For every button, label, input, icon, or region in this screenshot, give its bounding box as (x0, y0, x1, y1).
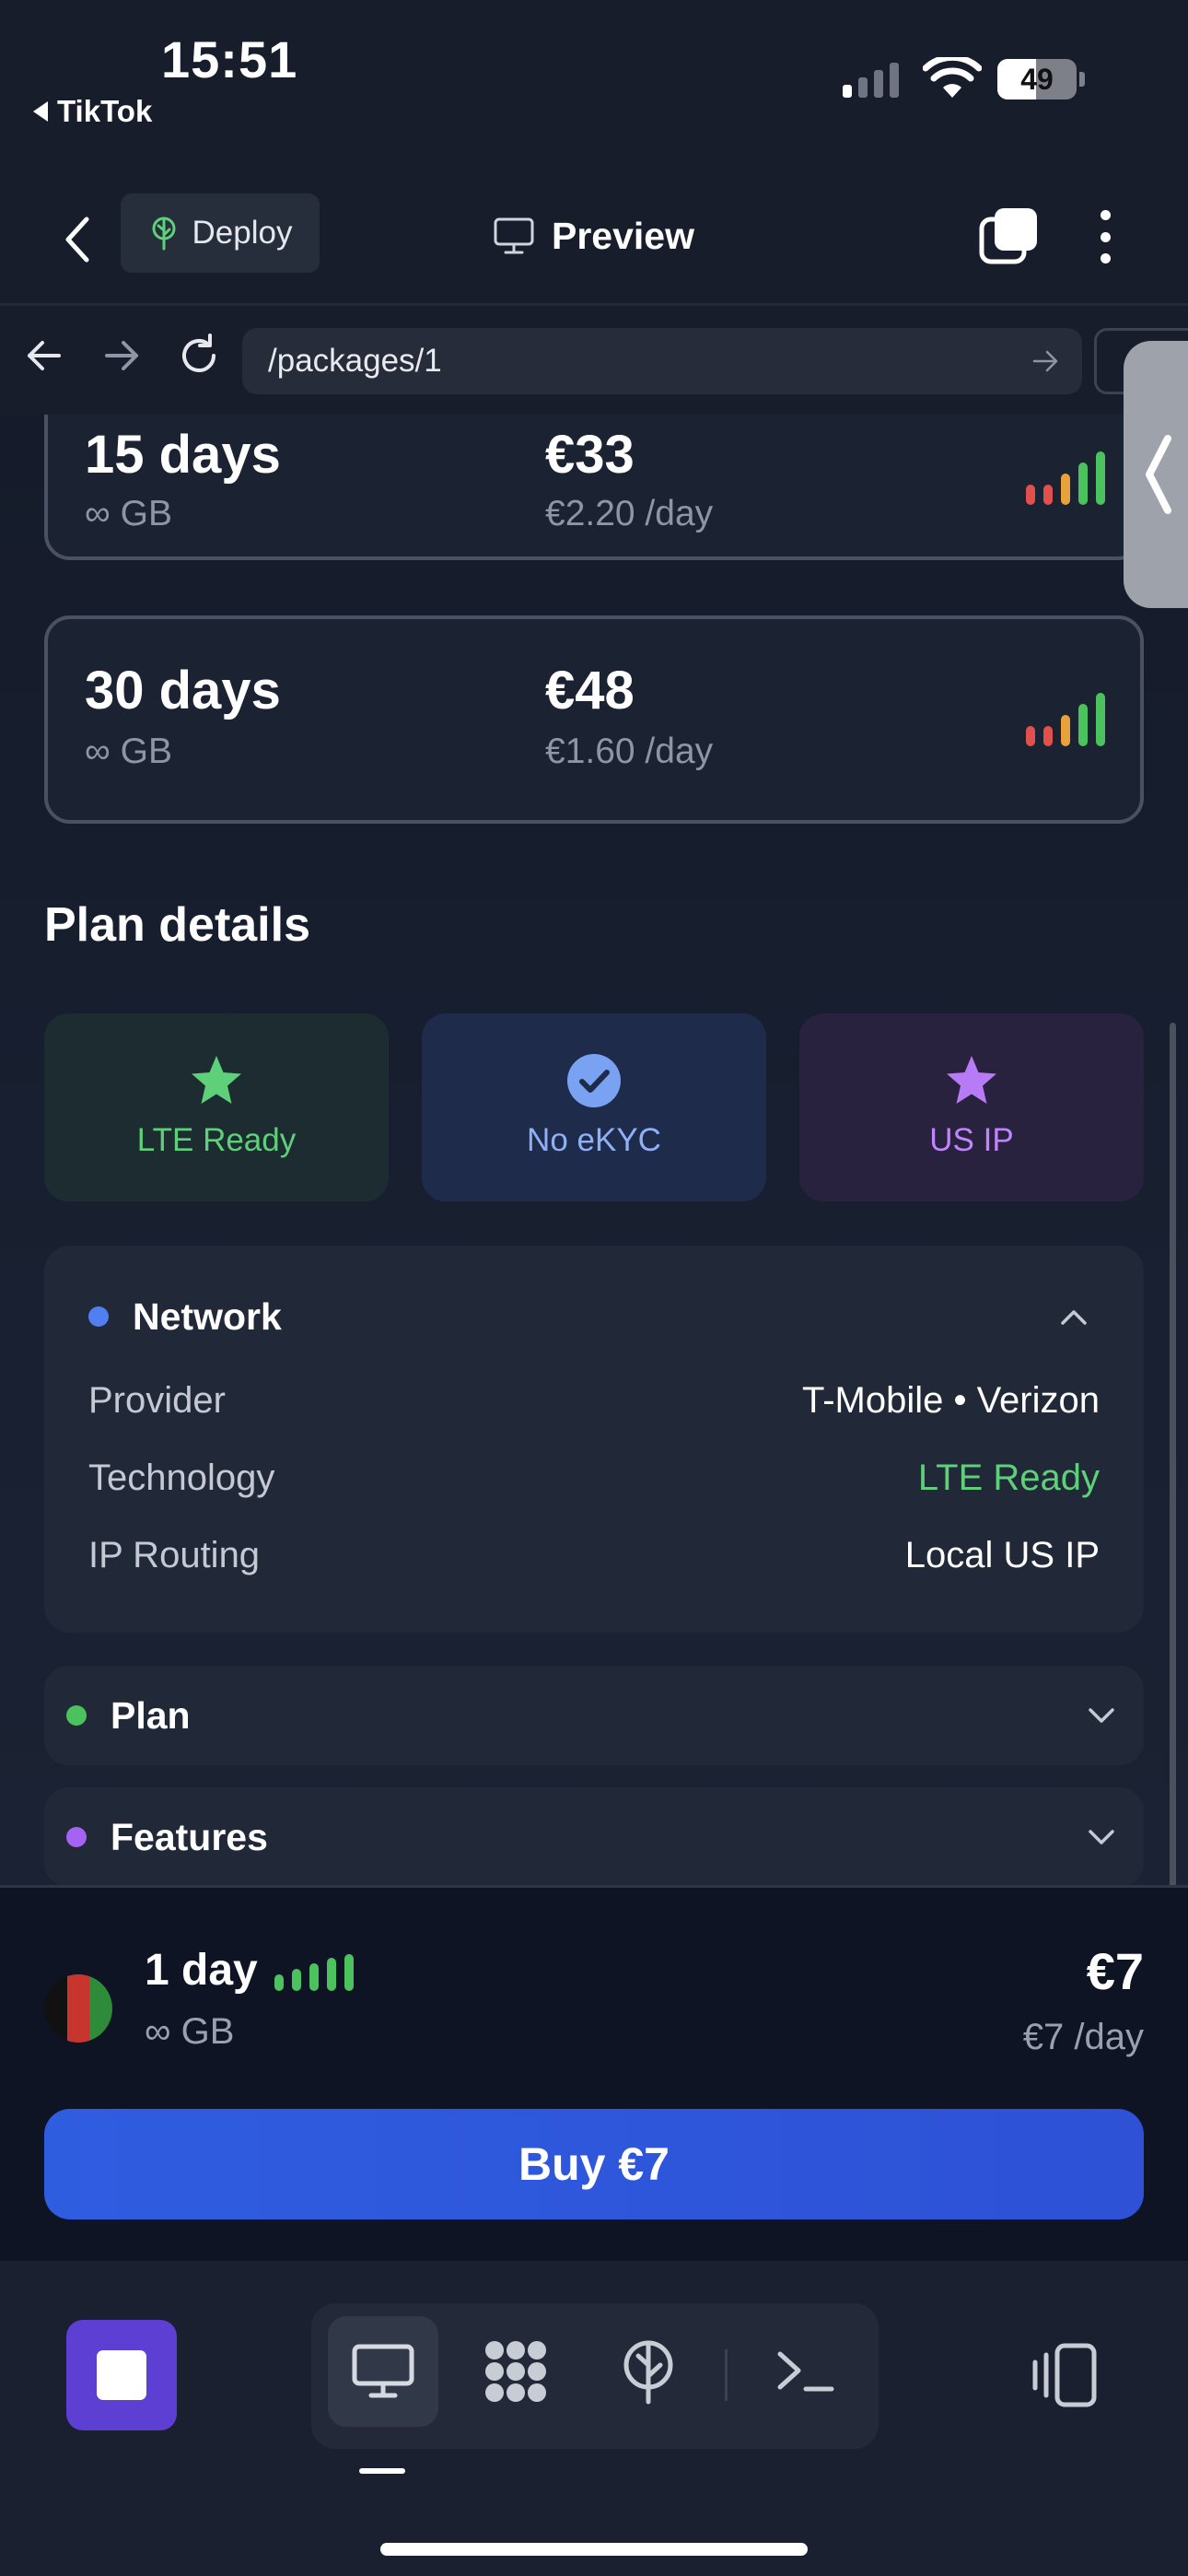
network-title[interactable]: Network (133, 1295, 282, 1339)
package-per-day: €1.60 /day (545, 732, 714, 771)
star-icon (192, 1056, 241, 1104)
deploy-tree-icon (623, 2340, 673, 2405)
features-dot (66, 1827, 87, 1847)
terminal-icon (777, 2351, 834, 2392)
selected-data: ∞ GB (145, 2011, 235, 2052)
badge-lte-ready: LTE Ready (44, 1013, 389, 1201)
plan-title: Plan (111, 1694, 191, 1737)
technology-label: Technology (88, 1458, 275, 1498)
purchase-sheet: 1 day ∞ GB €7 €7 /day Buy €7 (0, 1885, 1188, 2261)
buy-button[interactable]: Buy €7 (44, 2109, 1144, 2219)
bottom-toolbar (0, 2261, 1188, 2576)
features-title: Features (111, 1816, 268, 1858)
active-view-indicator (359, 2468, 405, 2474)
package-card[interactable]: 15 days ∞ GB €33 €2.20 /day (44, 415, 1144, 560)
deploy-label: Deploy (192, 215, 293, 251)
badge-us-ip: US IP (799, 1013, 1144, 1201)
status-time: 15:51 (161, 30, 298, 88)
monitor-icon (494, 217, 534, 254)
network-dot (88, 1306, 109, 1327)
deploy-view-button[interactable] (593, 2316, 704, 2427)
package-price: €33 (545, 425, 635, 485)
signal-strength-icon (1026, 451, 1105, 505)
chevron-down-icon[interactable] (1085, 1824, 1118, 1852)
badge-label: US IP (929, 1122, 1014, 1158)
device-rotate-icon[interactable] (1030, 2340, 1100, 2410)
chevron-up-icon[interactable] (1057, 1303, 1090, 1330)
package-days: 30 days (85, 661, 281, 720)
star-icon (947, 1056, 996, 1104)
components-view-button[interactable] (460, 2316, 571, 2427)
package-data: ∞ GB (85, 732, 172, 771)
ip-routing-label: IP Routing (88, 1535, 261, 1575)
afghanistan-flag-icon (44, 1974, 112, 2043)
technology-value: LTE Ready (917, 1458, 1100, 1498)
selected-price: €7 (1086, 1942, 1144, 2000)
status-bar: 15:51 TikTok 49 (0, 0, 1188, 175)
chevron-left-icon (1146, 435, 1171, 514)
plan-dot (66, 1705, 87, 1726)
app-header: Deploy Preview (0, 175, 1188, 306)
deploy-tree-icon (152, 217, 176, 251)
back-triangle-icon (33, 101, 48, 122)
signal-strength-icon (1026, 693, 1105, 746)
back-to-app-link[interactable]: TikTok (33, 94, 152, 129)
chevron-down-icon[interactable] (1085, 1703, 1118, 1730)
package-data: ∞ GB (85, 494, 172, 533)
deploy-button[interactable]: Deploy (121, 193, 320, 273)
selected-per-day: €7 /day (1022, 2017, 1144, 2057)
toolbar-divider (725, 2349, 728, 2401)
preview-tab[interactable]: Preview (493, 208, 694, 263)
package-days: 15 days (85, 425, 281, 485)
package-card[interactable]: 30 days ∞ GB €48 €1.60 /day (44, 615, 1144, 824)
wifi-icon (923, 57, 982, 98)
more-options-icon[interactable] (1087, 205, 1124, 269)
side-panel-handle[interactable] (1124, 341, 1188, 608)
monitor-icon (352, 2344, 414, 2398)
check-circle-icon (567, 1054, 621, 1107)
package-per-day: €2.20 /day (545, 494, 714, 533)
provider-label: Provider (88, 1380, 226, 1421)
features-accordion[interactable]: Features (44, 1787, 1144, 1885)
console-view-button[interactable] (750, 2316, 860, 2427)
package-price: €48 (545, 661, 635, 720)
badge-label: LTE Ready (136, 1122, 297, 1158)
url-text: /packages/1 (268, 343, 442, 379)
tabs-icon[interactable] (978, 206, 1039, 267)
battery-level: 49 (1020, 63, 1054, 96)
signal-strength-icon (274, 1954, 354, 1991)
grid-blobs-icon (485, 2341, 546, 2402)
back-app-label: TikTok (57, 94, 153, 128)
stop-icon (97, 2350, 146, 2400)
network-accordion: Network Provider T-Mobile • Verizon Tech… (44, 1246, 1144, 1633)
plan-details-title: Plan details (44, 898, 310, 952)
badge-no-ekyc: No eKYC (422, 1013, 766, 1201)
view-switcher (311, 2303, 879, 2449)
browser-nav-bar: /packages/1 (0, 306, 1188, 415)
plan-accordion[interactable]: Plan (44, 1666, 1144, 1765)
stop-button[interactable] (66, 2320, 177, 2430)
selected-days: 1 day (145, 1946, 258, 1995)
nav-forward-arrow-icon[interactable] (96, 330, 147, 381)
home-indicator[interactable] (380, 2543, 808, 2556)
provider-value: T-Mobile • Verizon (801, 1380, 1100, 1421)
battery-icon: 49 (997, 59, 1086, 100)
preview-label: Preview (552, 214, 694, 257)
cellular-signal-icon (843, 61, 899, 98)
badge-label: No eKYC (527, 1122, 661, 1158)
ip-routing-value: Local US IP (904, 1535, 1100, 1575)
go-arrow-icon[interactable] (1031, 346, 1060, 376)
back-chevron-icon[interactable] (55, 212, 101, 267)
url-input[interactable]: /packages/1 (242, 328, 1082, 394)
preview-view-button[interactable] (328, 2316, 438, 2427)
nav-back-arrow-icon[interactable] (18, 330, 70, 381)
package-page: 15 days ∞ GB €33 €2.20 /day 30 days ∞ GB… (0, 415, 1188, 1885)
reload-icon[interactable] (173, 330, 225, 381)
